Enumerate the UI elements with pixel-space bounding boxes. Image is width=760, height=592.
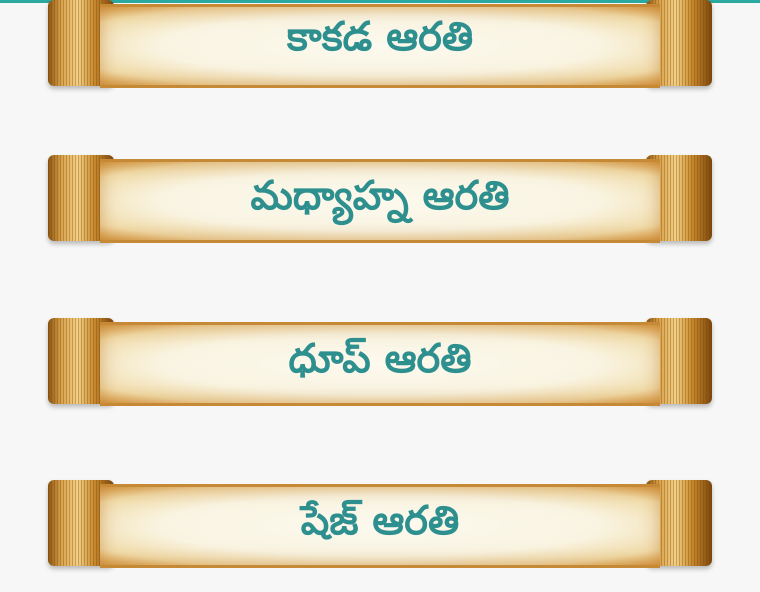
scroll-parchment: మధ్యాహ్న ఆరతి xyxy=(100,159,660,243)
scroll-parchment: కాకడ ఆరతి xyxy=(100,4,660,88)
aarti-label: షేజ్ ఆరతి xyxy=(300,498,460,544)
aarti-item-madhyahna[interactable]: మధ్యాహ్న ఆరతి xyxy=(48,155,712,243)
aarti-item-dhoop[interactable]: ధూప్ ఆరతి xyxy=(48,318,712,406)
aarti-list: కాకడ ఆరతి మధ్యాహ్న ఆరతి ధూప్ ఆరతి షేజ్ ఆ… xyxy=(0,0,760,592)
aarti-label: మధ్యాహ్న ఆరతి xyxy=(250,173,510,219)
aarti-item-shej[interactable]: షేజ్ ఆరతి xyxy=(48,480,712,568)
aarti-label: కాకడ ఆరతి xyxy=(286,14,474,60)
aarti-item-kakad[interactable]: కాకడ ఆరతి xyxy=(48,0,712,88)
scroll-parchment: షేజ్ ఆరతి xyxy=(100,484,660,568)
aarti-label: ధూప్ ఆరతి xyxy=(288,336,472,382)
scroll-parchment: ధూప్ ఆరతి xyxy=(100,322,660,406)
